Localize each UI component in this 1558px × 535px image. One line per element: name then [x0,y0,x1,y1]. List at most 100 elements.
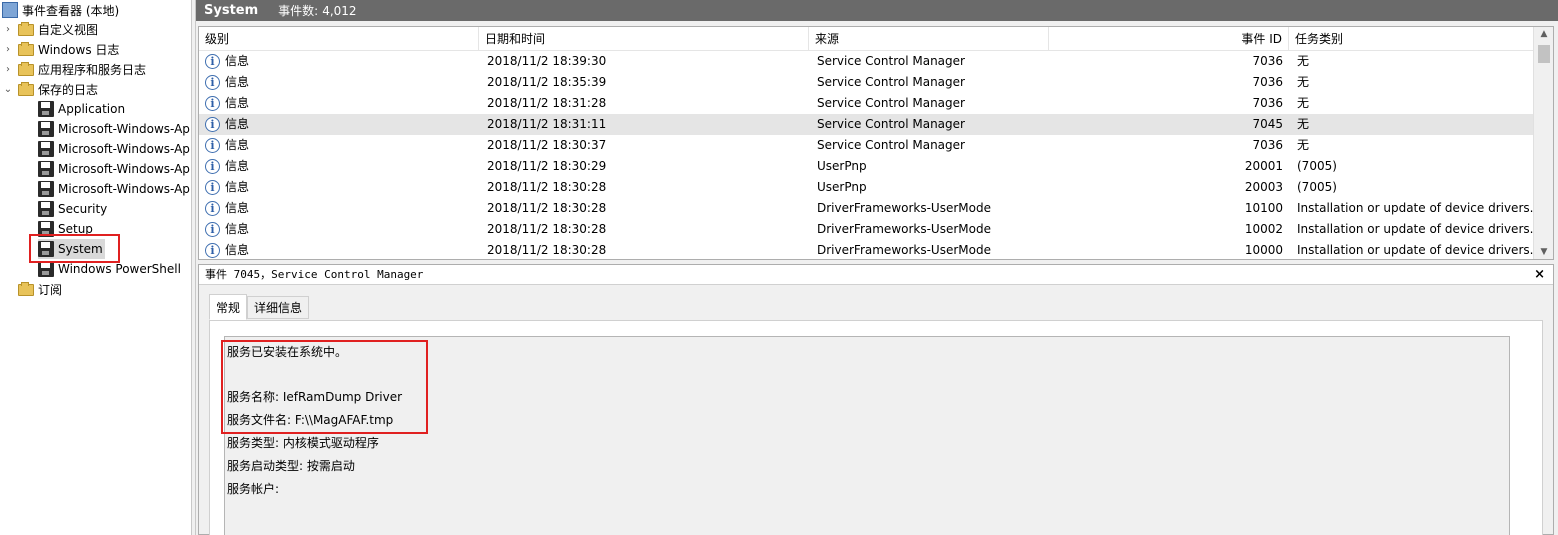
table-row[interactable]: i 信息 2018/11/2 18:30:28 UserPnp 20003 (7005) [199,177,1533,198]
cell-task-category: Installation or update of device drivers… [1297,222,1533,236]
tree-item-windows-logs[interactable]: › Windows 日志 [2,39,119,59]
tree-item-label: 订阅 [38,282,63,297]
saved-log-label: Microsoft-Windows-Ap [58,122,190,136]
chevron-right-icon[interactable]: › [2,24,14,35]
description-line: 服务启动类型: 按需启动 [227,459,355,473]
saved-log-security[interactable]: Security [38,199,107,219]
grid-scrollbar[interactable]: ▲ ▼ [1533,27,1553,259]
folder-icon [18,22,34,36]
cell-datetime: 2018/11/2 18:39:30 [487,54,607,68]
column-task-category[interactable]: 任务类别 [1289,27,1533,51]
info-icon: i [205,96,220,111]
event-count: 4,012 [322,3,357,18]
detail-header: 事件 7045，Service Control Manager × [199,265,1553,285]
tree-item-label: Windows 日志 [38,42,120,57]
tab-general[interactable]: 常规 [209,294,248,320]
scroll-thumb[interactable] [1538,45,1550,63]
saved-log-application[interactable]: Application [38,99,125,119]
table-row[interactable]: i 信息 2018/11/2 18:31:28 Service Control Man… [199,93,1533,114]
column-datetime[interactable]: 日期和时间 [479,27,809,51]
chevron-right-icon[interactable]: › [2,44,14,55]
info-icon: i [205,75,220,90]
cell-task-category: 无 [1297,75,1310,89]
table-row[interactable]: i 信息 2018/11/2 18:30:29 UserPnp 20001 (7005) [199,156,1533,177]
info-icon: i [205,180,220,195]
tree-item-saved-logs[interactable]: ⌄ 保存的日志 [2,79,98,99]
highlight-box-service-info [221,340,428,434]
folder-open-icon [18,82,34,96]
folder-icon [18,62,34,76]
cell-datetime: 2018/11/2 18:30:28 [487,180,607,194]
column-level[interactable]: 级别 [199,27,479,51]
cell-task-category: 无 [1297,138,1310,152]
cell-event-id: 20003 [1244,180,1283,194]
cell-datetime: 2018/11/2 18:30:29 [487,159,607,173]
saved-log-microsoft-windows-1[interactable]: Microsoft-Windows-Ap [38,119,190,139]
log-file-icon [38,141,54,157]
cell-task-category: (7005) [1297,159,1337,173]
main-pane: System 事件数: 4,012 级别 日期和时间 来源 事件 ID 任务类别… [196,0,1558,535]
column-event-id[interactable]: 事件 ID [1049,27,1289,51]
cell-event-id: 20001 [1244,159,1283,173]
scroll-down-icon[interactable]: ▼ [1534,247,1553,257]
cell-source: Service Control Manager [817,75,965,89]
log-file-icon [38,181,54,197]
saved-log-label: Application [58,102,126,116]
cell-datetime: 2018/11/2 18:31:11 [487,117,607,131]
cell-source: DriverFrameworks-UserMode [817,222,991,236]
table-row[interactable]: i 信息 2018/11/2 18:35:39 Service Control Man… [199,72,1533,93]
scroll-up-icon[interactable]: ▲ [1534,29,1553,39]
event-viewer-icon [2,2,18,18]
saved-log-label: Microsoft-Windows-Ap [58,182,190,196]
info-icon: i [205,243,220,258]
close-icon[interactable]: × [1534,265,1545,285]
log-file-icon [38,261,54,277]
cell-event-id: 10002 [1244,222,1283,236]
tree-root[interactable]: 事件查看器 (本地) [2,0,119,20]
cell-level: 信息 [225,54,250,68]
table-row[interactable]: i 信息 2018/11/2 18:31:11 Service Control Man… [199,114,1533,135]
cell-event-id: 7036 [1252,54,1283,68]
chevron-down-icon[interactable]: ⌄ [2,84,14,95]
table-row[interactable]: i 信息 2018/11/2 18:39:30 Service Control Man… [199,51,1533,72]
log-file-icon [38,161,54,177]
tree-item-label: 保存的日志 [38,82,99,97]
log-title-bar: System 事件数: 4,012 [196,0,1558,21]
tab-details[interactable]: 详细信息 [247,296,310,319]
cell-level: 信息 [225,96,250,110]
saved-log-microsoft-windows-3[interactable]: Microsoft-Windows-Ap [38,159,190,179]
log-file-icon [38,101,54,117]
chevron-right-icon[interactable]: › [2,64,14,75]
cell-task-category: 无 [1297,54,1310,68]
tree-item-custom-views[interactable]: › 自定义视图 [2,19,98,39]
cell-source: DriverFrameworks-UserMode [817,201,991,215]
description-line: 服务类型: 内核模式驱动程序 [227,436,379,450]
table-row[interactable]: i 信息 2018/11/2 18:30:28 DriverFrameworks-Us… [199,198,1533,219]
cell-event-id: 10100 [1244,201,1283,215]
cell-datetime: 2018/11/2 18:31:28 [487,96,607,110]
table-row[interactable]: i 信息 2018/11/2 18:30:37 Service Control Man… [199,135,1533,156]
log-file-icon [38,201,54,217]
info-icon: i [205,222,220,237]
cell-event-id: 7036 [1252,138,1283,152]
cell-level: 信息 [225,243,250,257]
tree-item-subscriptions[interactable]: 订阅 [18,279,62,299]
saved-log-microsoft-windows-2[interactable]: Microsoft-Windows-Ap [38,139,190,159]
info-icon: i [205,138,220,153]
cell-level: 信息 [225,117,250,131]
cell-event-id: 10000 [1244,243,1283,257]
cell-event-id: 7036 [1252,96,1283,110]
tree-item-label: 应用程序和服务日志 [38,62,147,77]
table-row[interactable]: i 信息 2018/11/2 18:30:28 DriverFrameworks-Us… [199,240,1533,259]
cell-task-category: (7005) [1297,180,1337,194]
cell-source: Service Control Manager [817,96,965,110]
cell-datetime: 2018/11/2 18:30:37 [487,138,607,152]
table-row[interactable]: i 信息 2018/11/2 18:30:28 DriverFrameworks-Us… [199,219,1533,240]
tree-item-app-service-logs[interactable]: › 应用程序和服务日志 [2,59,146,79]
cell-level: 信息 [225,180,250,194]
event-count-label: 事件数: [278,4,319,18]
column-source[interactable]: 来源 [809,27,1049,51]
navigation-tree: 事件查看器 (本地) › 自定义视图 › Windows 日志 › 应用程序和服… [0,0,191,535]
cell-datetime: 2018/11/2 18:35:39 [487,75,607,89]
saved-log-microsoft-windows-4[interactable]: Microsoft-Windows-Ap [38,179,190,199]
